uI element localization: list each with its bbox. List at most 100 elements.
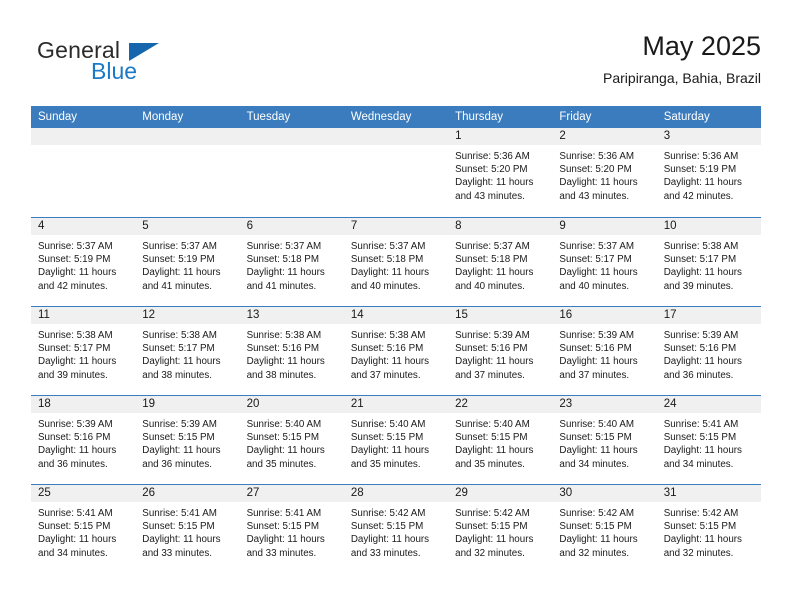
sunrise-text: Sunrise: 5:37 AM (38, 241, 113, 252)
daylight-text-line1: Daylight: 11 hours (559, 445, 638, 457)
day-number-band: 21 (343, 396, 449, 414)
calendar-day-cell[interactable]: 18 Sunrise: 5:39 AM Sunset: 5:16 PM Dayligh… (31, 396, 136, 484)
daylight-text-line1: Daylight: 11 hours (455, 177, 534, 189)
sunset-text: Sunset: 5:18 PM (455, 254, 528, 266)
day-number-band: 29 (448, 485, 553, 503)
sunset-text: Sunset: 5:16 PM (559, 343, 632, 355)
sunrise-text: Sunrise: 5:39 AM (38, 419, 113, 430)
weekday-wednesday: Wednesday (350, 111, 412, 123)
calendar-day-cell[interactable]: 19 Sunrise: 5:39 AM Sunset: 5:15 PM Dayligh… (135, 396, 240, 484)
calendar-day-cell[interactable]: 16 Sunrise: 5:39 AM Sunset: 5:16 PM Dayligh… (552, 307, 657, 395)
page-header: General Blue May 2025 Paripiranga, Bahia… (31, 30, 761, 98)
daylight-text-line2: and 39 minutes. (663, 280, 734, 292)
calendar-day-cell[interactable]: 13 Sunrise: 5:38 AM Sunset: 5:16 PM Dayligh… (239, 307, 344, 395)
daylight-text-line1: Daylight: 11 hours (38, 445, 117, 457)
calendar-day-cell[interactable]: 11 Sunrise: 5:38 AM Sunset: 5:17 PM Dayligh… (31, 307, 136, 395)
calendar-day-cell[interactable]: 30 Sunrise: 5:42 AM Sunset: 5:15 PM Dayligh… (552, 485, 657, 573)
calendar-day-cell[interactable]: 29 Sunrise: 5:42 AM Sunset: 5:15 PM Dayligh… (448, 485, 553, 573)
daylight-text-line1: Daylight: 11 hours (455, 534, 534, 546)
calendar-day-cell[interactable]: 3 Sunrise: 5:36 AM Sunset: 5:19 PM Daylight… (656, 128, 761, 217)
day-details: Sunrise: 5:39 AM Sunset: 5:16 PM Daylight:… (448, 325, 552, 382)
calendar-day-cell[interactable]: 4 Sunrise: 5:37 AM Sunset: 5:19 PM Daylight… (31, 218, 136, 306)
sunset-text: Sunset: 5:17 PM (142, 343, 215, 355)
day-number: 31 (663, 487, 677, 499)
calendar-day-cell[interactable]: 25 Sunrise: 5:41 AM Sunset: 5:15 PM Dayligh… (31, 485, 136, 573)
day-number-band: 1 (448, 128, 553, 146)
calendar-day-cell[interactable]: 2 Sunrise: 5:36 AM Sunset: 5:20 PM Daylight… (552, 128, 657, 217)
day-number-band: 30 (552, 485, 657, 503)
calendar-day-cell[interactable]: 17 Sunrise: 5:39 AM Sunset: 5:16 PM Dayligh… (656, 307, 761, 395)
calendar-day-cell[interactable]: 1 Sunrise: 5:36 AM Sunset: 5:20 PM Daylight… (448, 128, 553, 217)
calendar-day-cell[interactable]: 8 Sunrise: 5:37 AM Sunset: 5:18 PM Daylight… (448, 218, 553, 306)
daylight-text-line2: and 32 minutes. (455, 547, 525, 559)
calendar-day-cell[interactable]: 14 Sunrise: 5:38 AM Sunset: 5:16 PM Dayligh… (343, 307, 449, 395)
daylight-text-line1: Daylight: 11 hours (142, 356, 221, 368)
sunset-text: Sunset: 5:15 PM (246, 521, 319, 533)
sunrise-text: Sunrise: 5:37 AM (350, 241, 426, 252)
calendar-day-cell[interactable]: 5 Sunrise: 5:37 AM Sunset: 5:19 PM Daylight… (135, 218, 240, 306)
daylight-text-line1: Daylight: 11 hours (559, 177, 638, 189)
calendar-day-cell[interactable]: 28 Sunrise: 5:42 AM Sunset: 5:15 PM Dayligh… (343, 485, 449, 573)
calendar-day-cell[interactable]: 12 Sunrise: 5:38 AM Sunset: 5:17 PM Dayligh… (135, 307, 240, 395)
sunrise-text: Sunrise: 5:37 AM (559, 241, 635, 252)
calendar-day-cell[interactable]: 22 Sunrise: 5:40 AM Sunset: 5:15 PM Dayligh… (448, 396, 553, 484)
day-number-band: 26 (135, 485, 240, 503)
day-number: 4 (38, 220, 45, 232)
day-number: 5 (142, 220, 149, 232)
daylight-text-line2: and 41 minutes. (246, 280, 317, 292)
sunrise-text: Sunrise: 5:41 AM (663, 419, 739, 430)
calendar-day-cell[interactable]: 10 Sunrise: 5:38 AM Sunset: 5:17 PM Dayligh… (656, 218, 761, 306)
calendar-day-cell[interactable]: 20 Sunrise: 5:40 AM Sunset: 5:15 PM Dayligh… (239, 396, 344, 484)
day-details: Sunrise: 5:37 AM Sunset: 5:18 PM Daylight:… (448, 236, 552, 293)
day-details: Sunrise: 5:37 AM Sunset: 5:17 PM Daylight:… (552, 236, 656, 293)
daylight-text-line2: and 36 minutes. (142, 458, 212, 470)
daylight-text-line2: and 43 minutes. (455, 190, 525, 202)
daylight-text-line1: Daylight: 11 hours (246, 356, 325, 368)
daylight-text-line2: and 34 minutes. (663, 458, 734, 470)
daylight-text-line2: and 38 minutes. (246, 369, 317, 381)
daylight-text-line1: Daylight: 11 hours (38, 356, 117, 368)
weekday-friday: Friday (559, 111, 592, 123)
daylight-text-line1: Daylight: 11 hours (455, 267, 534, 279)
calendar-day-cell[interactable]: 9 Sunrise: 5:37 AM Sunset: 5:17 PM Daylight… (552, 218, 657, 306)
calendar-weeks: 1 Sunrise: 5:36 AM Sunset: 5:20 PM Daylight… (31, 128, 761, 573)
sunset-text: Sunset: 5:17 PM (559, 254, 632, 266)
sunset-text: Sunset: 5:15 PM (142, 521, 215, 533)
calendar-day-cell[interactable]: 24 Sunrise: 5:41 AM Sunset: 5:15 PM Dayligh… (656, 396, 761, 484)
calendar-day-cell[interactable]: 15 Sunrise: 5:39 AM Sunset: 5:16 PM Dayligh… (448, 307, 553, 395)
calendar-week-row: 11 Sunrise: 5:38 AM Sunset: 5:17 PM Dayligh… (31, 306, 761, 395)
sunset-text: Sunset: 5:19 PM (663, 164, 737, 176)
day-details: Sunrise: 5:37 AM Sunset: 5:19 PM Daylight:… (135, 236, 239, 293)
sunrise-text: Sunrise: 5:38 AM (38, 330, 113, 341)
weekday-monday: Monday (142, 111, 184, 123)
day-number-band: 20 (239, 396, 344, 414)
calendar-day-cell[interactable]: 6 Sunrise: 5:37 AM Sunset: 5:18 PM Daylight… (239, 218, 344, 306)
day-number: 3 (663, 130, 671, 142)
day-number: 11 (38, 309, 50, 321)
calendar-day-cell[interactable]: 27 Sunrise: 5:41 AM Sunset: 5:15 PM Dayligh… (239, 485, 344, 573)
day-details: Sunrise: 5:40 AM Sunset: 5:15 PM Daylight:… (552, 414, 656, 471)
calendar-day-cell[interactable]: 26 Sunrise: 5:41 AM Sunset: 5:15 PM Dayligh… (135, 485, 240, 573)
calendar-day-cell-empty (343, 128, 449, 217)
daylight-text-line2: and 41 minutes. (142, 280, 212, 292)
calendar-day-cell[interactable]: 21 Sunrise: 5:40 AM Sunset: 5:15 PM Dayligh… (343, 396, 449, 484)
day-number: 12 (142, 309, 156, 321)
day-number-band: 23 (552, 396, 657, 414)
sunset-text: Sunset: 5:15 PM (350, 432, 424, 444)
daylight-text-line1: Daylight: 11 hours (663, 177, 742, 189)
day-number-band: 19 (135, 396, 240, 414)
calendar-day-cell[interactable]: 7 Sunrise: 5:37 AM Sunset: 5:18 PM Daylight… (343, 218, 449, 306)
day-number: 16 (559, 309, 573, 321)
sunset-text: Sunset: 5:17 PM (663, 254, 737, 266)
day-details: Sunrise: 5:38 AM Sunset: 5:17 PM Daylight:… (657, 236, 761, 293)
daylight-text-line2: and 33 minutes. (246, 547, 317, 559)
daylight-text-line1: Daylight: 11 hours (350, 356, 430, 368)
sunrise-text: Sunrise: 5:39 AM (663, 330, 739, 341)
calendar-day-cell[interactable]: 23 Sunrise: 5:40 AM Sunset: 5:15 PM Dayligh… (552, 396, 657, 484)
day-details: Sunrise: 5:39 AM Sunset: 5:16 PM Daylight:… (552, 325, 656, 382)
generalblue-logo[interactable]: General Blue (31, 30, 291, 92)
calendar-day-cell[interactable]: 31 Sunrise: 5:42 AM Sunset: 5:15 PM Dayligh… (656, 485, 761, 573)
sunset-text: Sunset: 5:15 PM (455, 521, 528, 533)
daylight-text-line1: Daylight: 11 hours (246, 267, 325, 279)
day-number-band: 11 (31, 307, 136, 325)
